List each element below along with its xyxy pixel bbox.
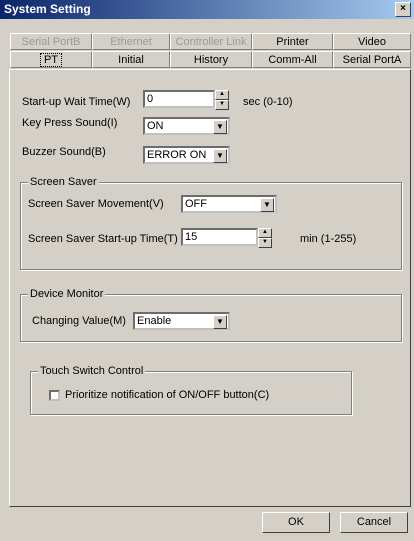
tab-serial-porta[interactable]: Serial PortA bbox=[333, 51, 411, 68]
screen-saver-startup-label: Screen Saver Start-up Time(T) bbox=[28, 233, 178, 245]
tab-controller-link: Controller Link bbox=[170, 33, 252, 50]
startup-wait-spinner[interactable]: ▲ ▼ bbox=[215, 90, 229, 110]
tab-serial-portb: Serial PortB bbox=[10, 33, 92, 50]
cancel-button[interactable]: Cancel bbox=[340, 512, 408, 533]
chevron-down-icon[interactable]: ▼ bbox=[213, 120, 227, 134]
screen-saver-movement-label: Screen Saver Movement(V) bbox=[28, 198, 164, 210]
screen-saver-startup-input[interactable]: 15 bbox=[181, 228, 258, 246]
chevron-down-icon[interactable]: ▼ bbox=[213, 315, 227, 329]
screen-saver-legend: Screen Saver bbox=[28, 176, 99, 188]
key-press-label: Key Press Sound(I) bbox=[22, 117, 118, 129]
tab-initial[interactable]: Initial bbox=[92, 51, 170, 68]
screen-saver-startup-spinner[interactable]: ▲ ▼ bbox=[258, 228, 272, 248]
spin-down-icon[interactable]: ▼ bbox=[215, 100, 229, 110]
startup-wait-label: Start-up Wait Time(W) bbox=[22, 96, 131, 108]
key-press-select[interactable]: ON ▼ bbox=[143, 117, 230, 135]
spin-down-icon[interactable]: ▼ bbox=[258, 238, 272, 248]
screen-saver-movement-select[interactable]: OFF ▼ bbox=[181, 195, 277, 213]
tab-comm-all[interactable]: Comm-All bbox=[252, 51, 333, 68]
chevron-down-icon[interactable]: ▼ bbox=[260, 198, 274, 212]
chevron-down-icon[interactable]: ▼ bbox=[213, 149, 227, 163]
ok-button[interactable]: OK bbox=[262, 512, 330, 533]
changing-value-select[interactable]: Enable ▼ bbox=[133, 312, 230, 330]
spin-up-icon[interactable]: ▲ bbox=[215, 90, 229, 100]
screen-saver-startup-unit: min (1-255) bbox=[300, 233, 357, 245]
tab-video[interactable]: Video bbox=[333, 33, 411, 50]
startup-wait-input[interactable]: 0 bbox=[143, 90, 215, 108]
changing-value-label: Changing Value(M) bbox=[32, 315, 126, 327]
spin-up-icon[interactable]: ▲ bbox=[258, 228, 272, 238]
tab-pt[interactable]: PT bbox=[10, 51, 92, 68]
prioritize-checkbox-label: Prioritize notification of ON/OFF button… bbox=[65, 389, 270, 401]
tab-history[interactable]: History bbox=[170, 51, 252, 68]
tab-printer[interactable]: Printer bbox=[252, 33, 333, 50]
touch-switch-legend: Touch Switch Control bbox=[38, 365, 146, 377]
title-bar: System Setting × bbox=[0, 0, 414, 19]
device-monitor-legend: Device Monitor bbox=[28, 288, 106, 300]
tab-ethernet: Ethernet bbox=[92, 33, 170, 50]
close-icon: × bbox=[400, 3, 406, 14]
prioritize-checkbox[interactable] bbox=[49, 390, 60, 401]
buzzer-select[interactable]: ERROR ON ▼ bbox=[143, 146, 230, 164]
buzzer-label: Buzzer Sound(B) bbox=[22, 146, 106, 158]
window-title: System Setting bbox=[4, 2, 91, 16]
startup-wait-unit: sec (0-10) bbox=[243, 96, 293, 108]
close-button[interactable]: × bbox=[395, 2, 411, 17]
